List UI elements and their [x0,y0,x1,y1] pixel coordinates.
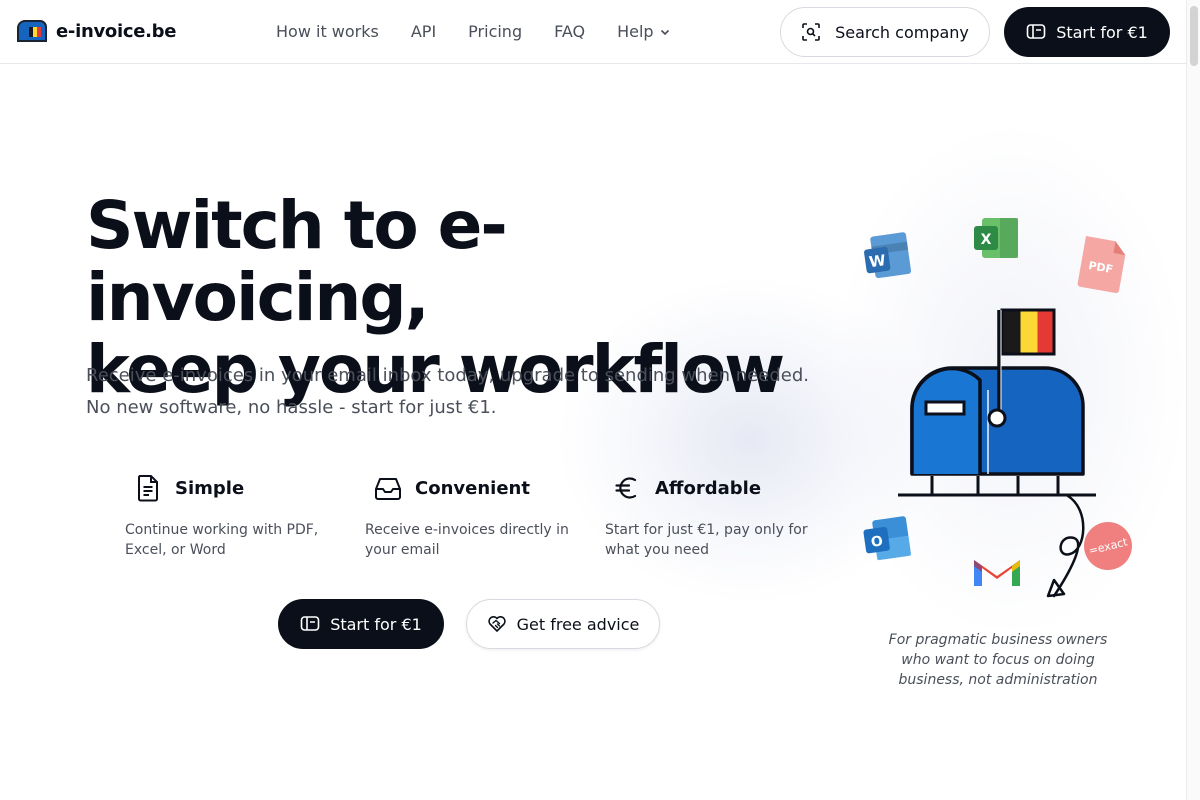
feature-convenient-head: Convenient [373,470,583,506]
chevron-down-icon [660,29,669,35]
outlook-letter: O [870,533,884,551]
outlook-icon: O [863,516,912,561]
feature-simple-desc: Continue working with PDF, Excel, or Wor… [125,522,319,558]
heart-handshake-icon [487,616,506,632]
word-letter: W [868,251,887,271]
get-free-advice-button[interactable]: Get free advice [466,599,660,649]
feature-simple: Simple Continue working with PDF, Excel,… [125,470,343,560]
mailbox-icon [1026,24,1046,39]
document-icon [138,475,158,502]
inbox-icon [375,478,401,500]
exact-icon: =exact [1084,522,1132,570]
feature-affordable-head: Affordable [613,470,823,506]
belgian-flag [1000,308,1056,356]
excel-icon: X [974,218,1018,258]
hero-subtitle: Receive e-invoices in your email inbox t… [86,365,809,418]
main-nav: How it works API Pricing FAQ Help [276,22,670,41]
nav-pricing[interactable]: Pricing [468,22,522,41]
feature-convenient-title: Convenient [415,477,530,499]
nav-faq[interactable]: FAQ [554,22,585,41]
nav-help-label: Help [617,22,654,41]
illustration-tagline: For pragmatic business owners who want t… [888,632,1108,688]
search-scan-icon [802,23,820,41]
logo-text: e-invoice.be [56,20,177,42]
logo[interactable]: e-invoice.be [16,19,176,43]
feature-convenient-desc: Receive e-invoices directly in your emai… [365,522,569,558]
start-button-header[interactable]: Start for €1 [1004,7,1170,57]
logo-mailbox-icon [17,20,47,42]
search-company-label: Search company [835,22,969,42]
feature-convenient: Convenient Receive e-invoices directly i… [365,470,583,560]
gmail-icon [974,560,1020,586]
start-button-header-label: Start for €1 [1056,22,1148,42]
feature-simple-head: Simple [133,470,343,506]
search-company-button[interactable]: Search company [780,7,990,57]
site-header: e-invoice.be How it works API Pricing FA… [0,0,1200,64]
mailbox-illustration: W X PDF O =exact [863,218,1132,598]
nav-api[interactable]: API [411,22,436,41]
pdf-icon: PDF [1077,236,1126,293]
nav-how-it-works[interactable]: How it works [276,22,379,41]
feature-simple-title: Simple [175,477,245,499]
excel-letter: X [981,232,992,248]
nav-help[interactable]: Help [617,22,669,41]
feature-affordable-title: Affordable [655,477,762,499]
feature-affordable-desc: Start for just €1, pay only for what you… [605,522,808,558]
feature-affordable: Affordable Start for just €1, pay only f… [605,470,823,560]
start-button-hero-label: Start for €1 [330,614,422,634]
start-button-hero[interactable]: Start for €1 [278,599,444,649]
word-icon: W [864,232,912,279]
euro-icon [615,477,637,499]
get-free-advice-label: Get free advice [516,614,640,634]
mailbox-icon [300,616,320,631]
scrollbar-thumb[interactable] [1190,6,1198,66]
hero-title-line1: Switch to e-invoicing, [86,187,508,336]
mailbox [898,310,1096,598]
